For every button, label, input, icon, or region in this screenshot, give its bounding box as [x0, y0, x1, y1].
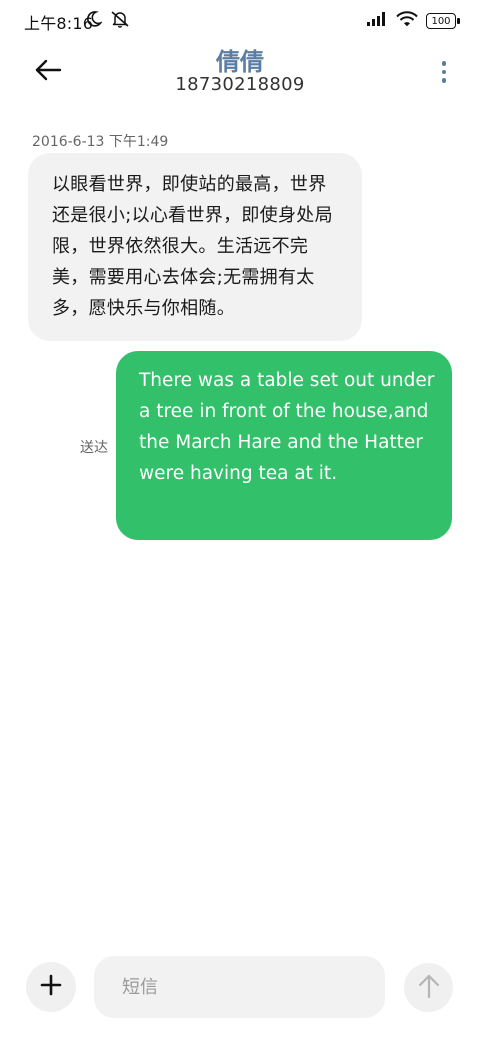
moon-icon: [86, 10, 103, 32]
battery-icon: 100: [426, 13, 460, 29]
more-options-button[interactable]: [436, 54, 452, 90]
signal-icon: [366, 11, 388, 31]
status-left-icons: [86, 10, 130, 32]
status-right-icons: 100: [366, 11, 460, 31]
more-dots-icon: [441, 61, 447, 66]
plus-icon: [40, 974, 62, 1000]
battery-level: 100: [431, 15, 451, 27]
delivery-status: 送达: [80, 440, 108, 456]
attach-button[interactable]: [26, 962, 76, 1012]
status-time: 上午8:16: [24, 14, 94, 33]
status-bar: 上午8:16 100: [0, 0, 480, 40]
message-input[interactable]: [94, 956, 385, 1018]
message-timestamp: 2016-6-13 下午1:49: [32, 134, 169, 150]
incoming-message-bubble[interactable]: 以眼看世界，即使站的最高，世界还是很小;以心看世界，即使身处局限，世界依然很大。…: [28, 153, 362, 341]
arrow-up-icon: [417, 973, 441, 1003]
sms-conversation-screen: 上午8:16 100 倩倩 18730218809 2016-6-13 下午1:…: [0, 0, 480, 1040]
more-dot: [441, 69, 447, 75]
contact-name[interactable]: 倩倩: [0, 42, 480, 77]
outgoing-message-bubble[interactable]: There was a table set out under a tree i…: [116, 351, 452, 540]
mute-icon: [110, 10, 130, 32]
more-dot: [441, 78, 447, 83]
send-button[interactable]: [404, 963, 453, 1012]
wifi-icon: [396, 11, 418, 31]
conversation-header: 倩倩 18730218809: [0, 40, 480, 110]
contact-number[interactable]: 18730218809: [0, 74, 480, 95]
